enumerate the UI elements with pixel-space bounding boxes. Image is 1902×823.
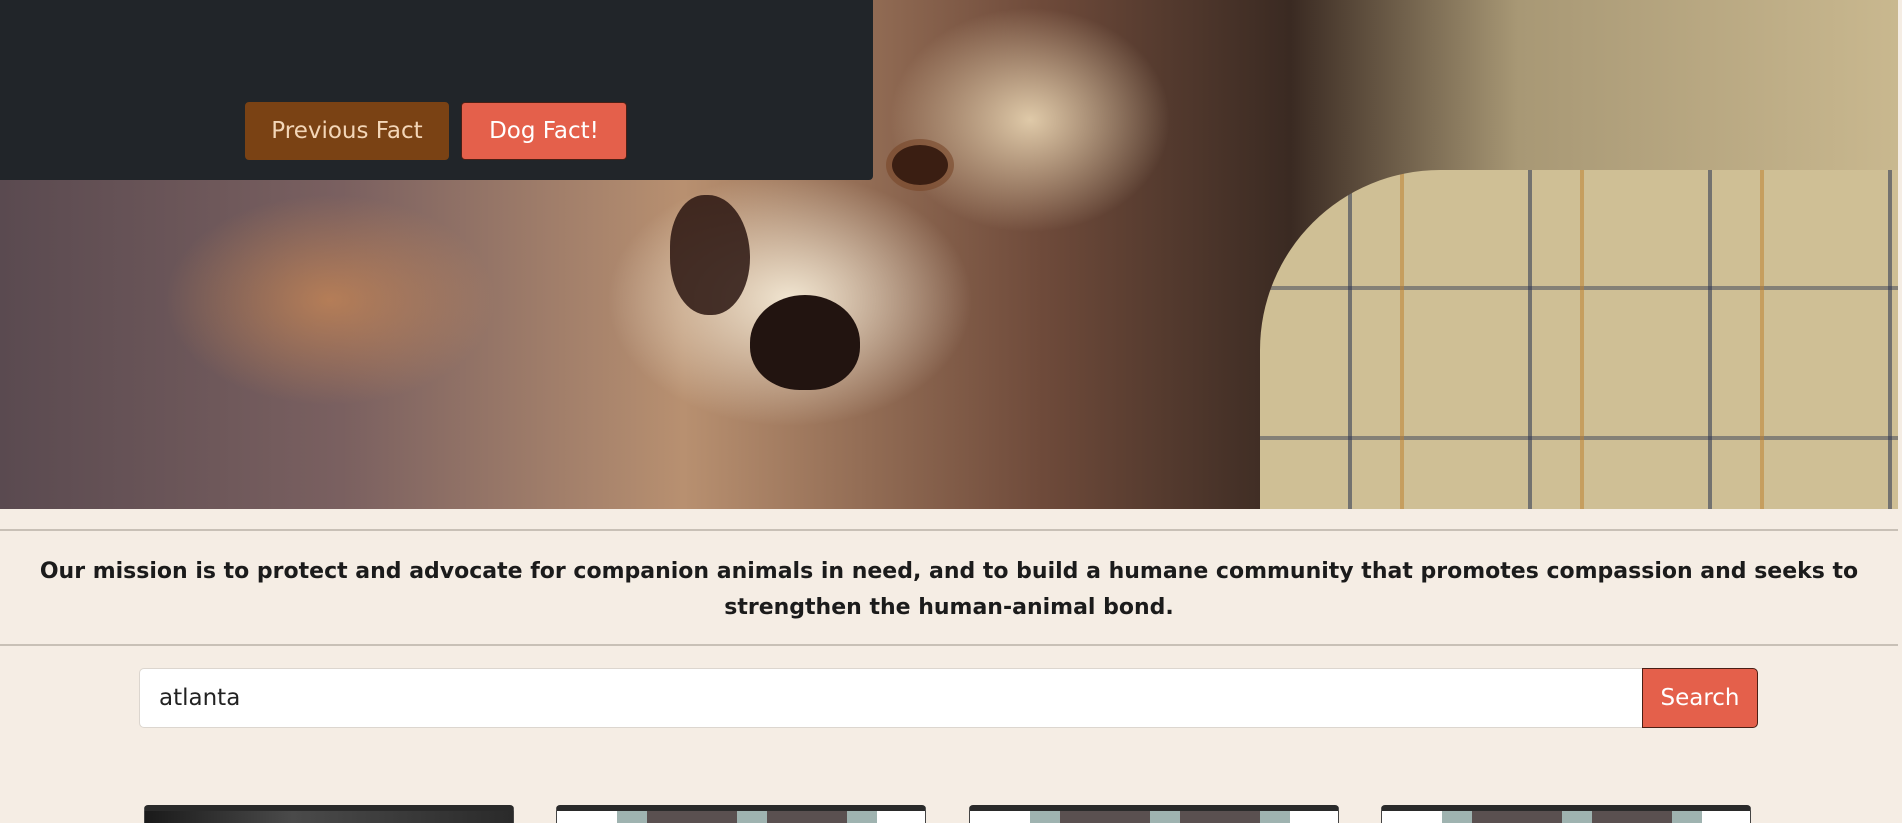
- hero-dog-nose: [750, 295, 860, 390]
- mission-divider-top: [0, 529, 1898, 531]
- hero-dog-eye: [892, 145, 948, 185]
- dog-fact-panel: Previous Fact Dog Fact!: [0, 0, 873, 180]
- pet-card-image: [145, 811, 513, 823]
- search-input[interactable]: [139, 668, 1643, 728]
- pet-card-placeholder-image: [557, 811, 925, 823]
- pet-card[interactable]: [144, 805, 514, 823]
- pet-card[interactable]: [1381, 805, 1751, 823]
- pet-card-placeholder-image: [1382, 811, 1750, 823]
- pet-card-placeholder-image: [970, 811, 1338, 823]
- pet-card[interactable]: [969, 805, 1339, 823]
- hero-shirt-detail: [1260, 170, 1898, 509]
- hero-dog-eye-patch: [670, 195, 750, 315]
- pet-card[interactable]: [556, 805, 926, 823]
- mission-divider-bottom: [0, 644, 1898, 646]
- previous-fact-button[interactable]: Previous Fact: [245, 102, 449, 160]
- mission-statement: Our mission is to protect and advocate f…: [39, 559, 1859, 620]
- dog-fact-button[interactable]: Dog Fact!: [461, 102, 627, 160]
- search-button[interactable]: Search: [1642, 668, 1758, 728]
